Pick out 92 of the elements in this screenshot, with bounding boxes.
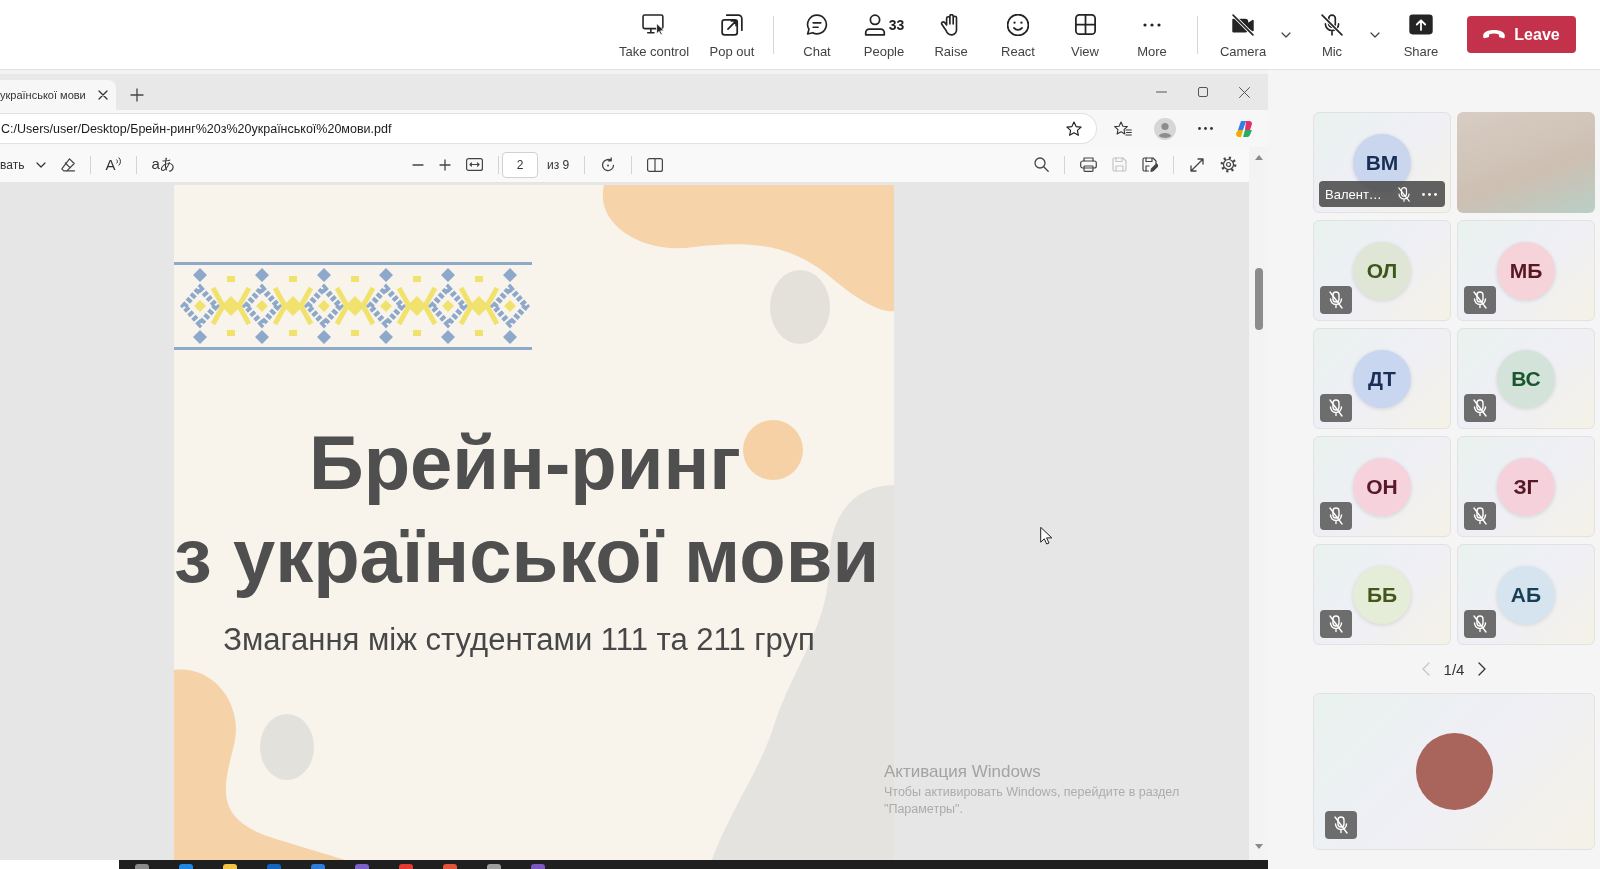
fullscreen-icon[interactable] — [1189, 156, 1205, 173]
taskbar-app-icon[interactable] — [135, 864, 149, 869]
participant-tile[interactable]: ОЛ — [1313, 220, 1451, 321]
taskbar-app-icon[interactable] — [443, 864, 457, 869]
close-icon[interactable] — [1239, 86, 1250, 98]
eraser-icon[interactable] — [60, 156, 77, 173]
read-aloud-button[interactable]: A — [105, 156, 123, 173]
chat-bubble-icon — [806, 13, 828, 36]
participant-tile[interactable]: МБ — [1457, 220, 1595, 321]
save-as-icon[interactable] — [1142, 157, 1158, 172]
participant-tile[interactable]: ЗГ — [1457, 436, 1595, 537]
chevron-down-icon — [36, 161, 47, 168]
more-icon — [1143, 22, 1161, 27]
share-button[interactable]: Share — [1390, 6, 1452, 63]
chat-button[interactable]: Chat — [786, 6, 848, 63]
participant-tile[interactable]: ВС — [1457, 328, 1595, 429]
participant-avatar: ДТ — [1353, 349, 1411, 408]
mic-button[interactable]: Mic — [1301, 6, 1363, 63]
pop-out-icon — [721, 13, 743, 36]
view-button[interactable]: View — [1054, 6, 1116, 63]
participant-tile[interactable]: ВМ Валент… — [1313, 112, 1451, 213]
pop-out-button[interactable]: Pop out — [701, 6, 763, 63]
taskbar-app-icon[interactable] — [531, 864, 545, 869]
zoom-out-icon[interactable] — [412, 163, 424, 166]
participant-avatar: МБ — [1497, 241, 1555, 300]
grid-icon — [1074, 14, 1096, 35]
camera-button[interactable]: Camera — [1212, 6, 1274, 63]
people-button[interactable]: 33 People — [853, 6, 915, 63]
taskbar-app-icon[interactable] — [223, 864, 237, 869]
person-circle-icon[interactable] — [1154, 117, 1176, 140]
person-icon — [863, 13, 886, 36]
participant-avatar: ВС — [1497, 349, 1555, 408]
zoom-in-icon[interactable] — [439, 158, 451, 171]
rotate-icon[interactable] — [600, 156, 617, 173]
slide-title: з української мови — [174, 512, 880, 600]
smiley-icon — [1007, 13, 1029, 36]
sound-waves-icon — [116, 157, 123, 166]
more-icon[interactable] — [1422, 192, 1437, 196]
slide-title: Брейн-ринг — [309, 419, 741, 507]
printer-icon[interactable] — [1080, 157, 1097, 172]
close-icon[interactable] — [98, 90, 108, 100]
slide-subtitle: Змагання між студентами 111 та 211 груп — [223, 621, 815, 659]
draw-button[interactable]: вать — [0, 157, 47, 172]
more-icon[interactable] — [1198, 127, 1213, 130]
maximize-icon[interactable] — [1198, 87, 1208, 97]
participant-avatar: ЗГ — [1497, 457, 1555, 516]
react-button[interactable]: React — [987, 6, 1049, 63]
two-page-view-icon[interactable] — [647, 157, 664, 172]
monitor-cursor-icon — [642, 12, 666, 37]
search-icon[interactable] — [1034, 157, 1049, 172]
raise-button[interactable]: Raise — [920, 6, 982, 63]
star-icon[interactable] — [1066, 120, 1082, 137]
participant-tile[interactable] — [1313, 693, 1595, 850]
participant-avatar: ОЛ — [1353, 241, 1411, 300]
settings-icon[interactable] — [1220, 156, 1237, 173]
share-screen-icon — [1409, 14, 1433, 35]
taskbar-app-icon[interactable] — [267, 864, 281, 869]
chevron-down-icon — [1281, 31, 1291, 38]
leave-button[interactable]: Leave — [1467, 16, 1576, 53]
taskbar-app-icon[interactable] — [355, 864, 369, 869]
activation-text: Чтобы активировать Windows, перейдите в раздел "Параметры". — [884, 784, 1181, 818]
phone-icon — [1483, 30, 1506, 39]
page-count-label: из 9 — [547, 157, 570, 172]
scroll-up-icon[interactable] — [1254, 155, 1263, 160]
colorful-swirl-icon[interactable] — [1235, 118, 1255, 139]
participant-tile[interactable]: ДТ — [1313, 328, 1451, 429]
address-bar[interactable]: C:/Users/user/Desktop/Брейн-ринг%20з%20української%20мови.pdf — [0, 113, 1097, 144]
chevron-right-icon[interactable] — [1478, 662, 1487, 676]
taskbar-app-icon[interactable] — [311, 864, 325, 869]
scroll-down-icon[interactable] — [1254, 844, 1263, 849]
fit-width-icon[interactable] — [466, 158, 483, 171]
star-list-icon[interactable] — [1114, 120, 1132, 137]
browser-tab[interactable]: української мови — [0, 80, 116, 110]
plus-icon[interactable] — [130, 88, 144, 102]
participant-avatar: ББ — [1353, 565, 1411, 624]
scrollbar-thumb[interactable] — [1254, 268, 1263, 330]
participant-avatar: ОН — [1353, 457, 1411, 516]
page-indicator: 1/4 — [1443, 660, 1465, 678]
participant-avatar: АБ — [1497, 565, 1555, 624]
mouse-pointer-icon — [1040, 527, 1052, 545]
take-control-button[interactable]: Take control — [612, 6, 696, 63]
page-number-field[interactable]: 2 — [502, 151, 538, 178]
translate-button[interactable]: aあ — [151, 155, 175, 174]
chevron-down-icon — [1370, 31, 1380, 38]
taskbar-app-icon[interactable] — [399, 864, 413, 869]
activation-title: Активация Windows — [884, 762, 1042, 782]
more-button[interactable]: More — [1121, 6, 1183, 63]
taskbar-app-icon[interactable] — [179, 864, 193, 869]
participant-tile[interactable]: ОН — [1313, 436, 1451, 537]
participant-tile[interactable]: ББ — [1313, 544, 1451, 645]
participant-tile[interactable]: АБ — [1457, 544, 1595, 645]
taskbar-app-icon[interactable] — [487, 864, 501, 869]
